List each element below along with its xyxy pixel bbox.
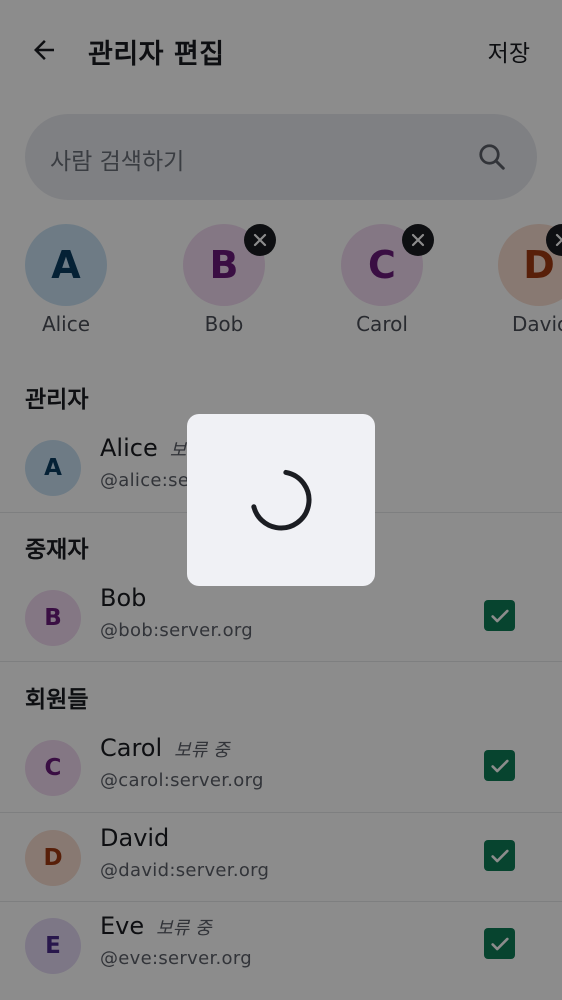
loading-dialog <box>187 414 375 586</box>
spinner-icon <box>250 469 312 531</box>
